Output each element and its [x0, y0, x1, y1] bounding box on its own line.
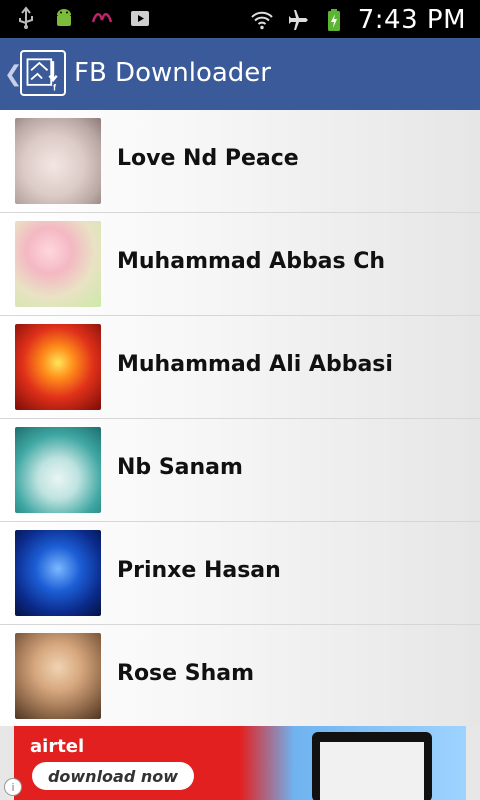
- status-bar: 7:43 PM: [0, 0, 480, 38]
- friend-avatar: [15, 324, 101, 410]
- ad-brand: airtel: [30, 736, 85, 757]
- ad-phone-screen: [320, 742, 424, 800]
- ad-banner[interactable]: airtel download now i: [0, 726, 480, 800]
- friend-name: Muhammad Abbas Ch: [117, 249, 386, 274]
- app-title: FB Downloader: [74, 58, 271, 88]
- friend-list: Love Nd Peace Muhammad Abbas Ch Muhammad…: [0, 110, 480, 726]
- ad-phone-image: [312, 732, 432, 800]
- friend-avatar: [15, 427, 101, 513]
- friend-row[interactable]: Nb Sanam: [0, 419, 480, 522]
- action-bar: ❮ f FB Downloader: [0, 38, 480, 110]
- play-store-icon: [131, 11, 149, 26]
- airplane-icon: [288, 10, 308, 30]
- ad-download-button[interactable]: download now: [32, 762, 194, 790]
- usb-icon: [19, 6, 33, 29]
- friend-row[interactable]: Prinxe Hasan: [0, 522, 480, 625]
- app-notification-icon: [91, 13, 113, 23]
- notification-icons: [14, 6, 152, 30]
- friend-name: Muhammad Ali Abbasi: [117, 352, 393, 377]
- friend-name: Nb Sanam: [117, 455, 243, 480]
- wifi-icon: [251, 11, 273, 30]
- ad-creative[interactable]: airtel download now: [14, 726, 466, 800]
- battery-charging-icon: [327, 9, 340, 31]
- friend-name: Rose Sham: [117, 661, 255, 686]
- friend-avatar: [15, 633, 101, 719]
- friend-name: Love Nd Peace: [117, 146, 299, 171]
- svg-text:f: f: [53, 82, 57, 92]
- system-icons: 7:43 PM: [250, 5, 466, 35]
- friend-row[interactable]: Muhammad Abbas Ch: [0, 213, 480, 316]
- android-icon: [57, 9, 71, 26]
- clock: 7:43 PM: [357, 5, 466, 35]
- friend-row[interactable]: Love Nd Peace: [0, 110, 480, 213]
- friend-avatar: [15, 221, 101, 307]
- friend-avatar: [15, 118, 101, 204]
- ad-info-icon[interactable]: i: [4, 778, 22, 796]
- friend-name: Prinxe Hasan: [117, 558, 281, 583]
- friend-avatar: [15, 530, 101, 616]
- friend-row[interactable]: Muhammad Ali Abbasi: [0, 316, 480, 419]
- friend-row[interactable]: Rose Sham: [0, 625, 480, 726]
- app-logo-icon[interactable]: f: [20, 50, 66, 96]
